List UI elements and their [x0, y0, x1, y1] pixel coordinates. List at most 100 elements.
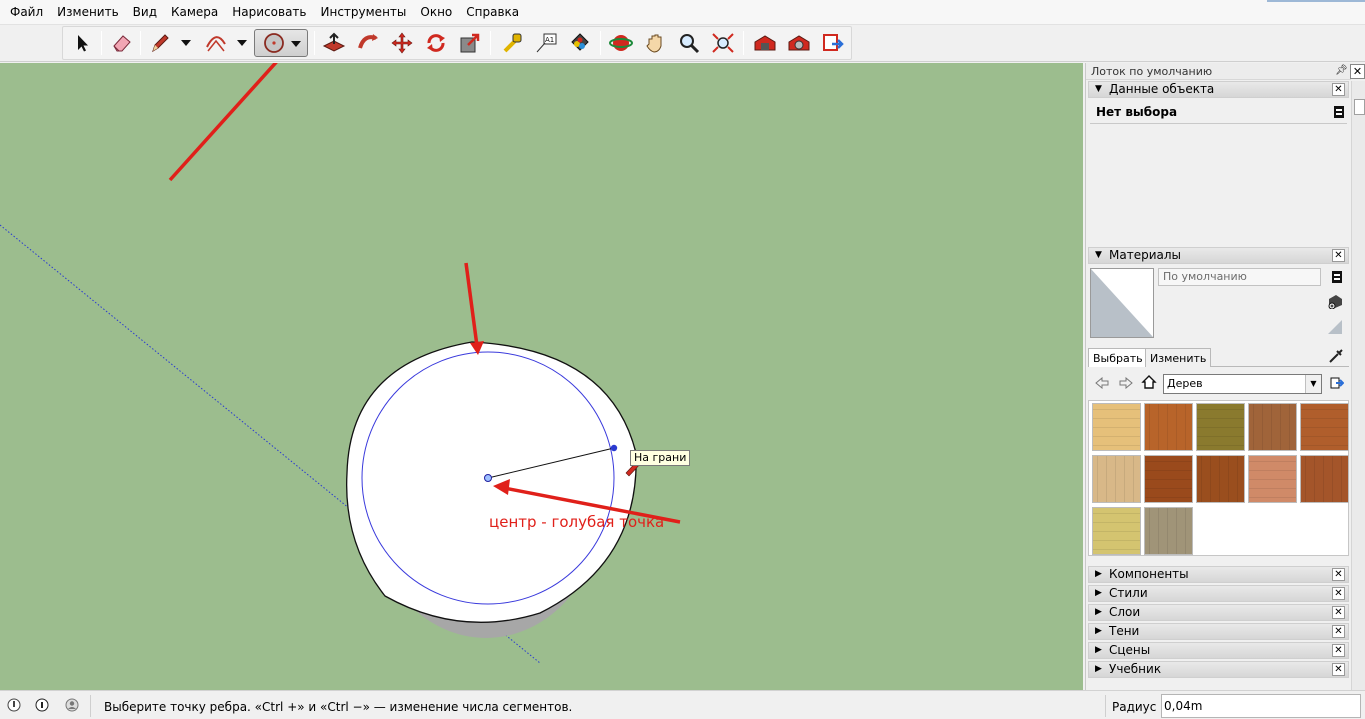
material-swatch[interactable] — [1248, 403, 1297, 451]
menu-tools[interactable]: Инструменты — [314, 0, 414, 25]
pin-icon[interactable]: 📌︎ — [1335, 65, 1348, 76]
menu-edit[interactable]: Изменить — [50, 0, 126, 25]
material-swatch[interactable] — [1196, 403, 1245, 451]
tape-measure-icon — [503, 33, 522, 53]
eraser-icon — [113, 35, 131, 52]
details-toggle-icon[interactable] — [1331, 104, 1347, 120]
tray-close-button[interactable]: ✕ — [1350, 64, 1365, 79]
move-tool-button[interactable] — [388, 29, 416, 57]
arc-icon — [206, 36, 226, 52]
extension-warehouse-tool-button[interactable] — [785, 29, 813, 57]
material-preview — [1090, 268, 1154, 338]
orbit-tool-button[interactable] — [607, 29, 635, 57]
home-icon[interactable] — [1141, 374, 1157, 390]
forward-arrow-icon[interactable] — [1118, 375, 1134, 391]
panel-close-button[interactable]: ✕ — [1332, 83, 1345, 96]
extension-warehouse-icon — [788, 35, 810, 51]
menu-camera[interactable]: Камера — [164, 0, 225, 25]
tab-edit[interactable]: Изменить — [1145, 348, 1212, 367]
drawing-viewport[interactable]: На грани центр - голубая точка — [0, 63, 1083, 690]
material-swatch-grid — [1088, 400, 1349, 556]
arc-dropdown-arrow[interactable] — [236, 29, 248, 57]
menu-file[interactable]: Файл — [3, 0, 50, 25]
scale-tool-button[interactable] — [456, 29, 484, 57]
panel-close-button[interactable]: ✕ — [1332, 644, 1345, 657]
rotate-tool-button[interactable] — [422, 29, 450, 57]
warehouse-tool-button[interactable] — [751, 29, 779, 57]
sample-paint-icon[interactable] — [1326, 318, 1342, 334]
send-to-layout-tool-button[interactable] — [819, 29, 847, 57]
collapsed-panel-header[interactable]: ▶ Тени ✕ — [1088, 623, 1349, 640]
follow-me-tool-button[interactable] — [354, 29, 382, 57]
details-arrow-icon[interactable] — [1329, 375, 1345, 391]
follow-me-icon — [358, 34, 378, 49]
menu-view[interactable]: Вид — [126, 0, 164, 25]
toolbar-separator — [101, 31, 102, 55]
circle-tool-button[interactable] — [254, 29, 308, 57]
expanded-triangle-icon: ▼ — [1095, 84, 1102, 94]
select-tool-button[interactable] — [68, 29, 96, 57]
material-swatch[interactable] — [1092, 403, 1141, 451]
zoom-tool-button[interactable] — [675, 29, 703, 57]
material-name-field[interactable]: По умолчанию — [1158, 268, 1321, 286]
material-swatch[interactable] — [1300, 455, 1349, 503]
material-swatch[interactable] — [1300, 403, 1349, 451]
arc-tool-button[interactable] — [202, 29, 230, 57]
menu-help[interactable]: Справка — [459, 0, 526, 25]
panel-close-button[interactable]: ✕ — [1332, 249, 1345, 262]
zoom-extents-tool-button[interactable] — [709, 29, 737, 57]
geo-location-icon[interactable] — [6, 697, 22, 713]
magnifier-icon — [680, 34, 700, 54]
material-swatch[interactable] — [1144, 455, 1193, 503]
pan-hand-icon — [646, 34, 662, 53]
tape-measure-tool-button[interactable] — [498, 29, 526, 57]
material-swatch[interactable] — [1248, 455, 1297, 503]
entity-info-header[interactable]: ▼ Данные объекта ✕ — [1088, 81, 1349, 98]
materials-header[interactable]: ▼ Материалы ✕ — [1088, 247, 1349, 264]
credits-icon[interactable] — [34, 697, 50, 713]
panel-close-button[interactable]: ✕ — [1332, 663, 1345, 676]
paint-bucket-tool-button[interactable] — [566, 29, 594, 57]
pencil-tool-button[interactable] — [146, 29, 174, 57]
collapsed-panel-title: Тени — [1109, 624, 1140, 638]
collapsed-panel-header[interactable]: ▶ Сцены ✕ — [1088, 642, 1349, 659]
pencil-dropdown-arrow[interactable] — [180, 29, 192, 57]
material-swatch[interactable] — [1144, 403, 1193, 451]
status-message: Выберите точку ребра. «Ctrl +» и «Ctrl −… — [104, 700, 573, 714]
collapsed-panel-header[interactable]: ▶ Стили ✕ — [1088, 585, 1349, 602]
tray-scrollbar[interactable] — [1351, 81, 1365, 690]
scrollbar-thumb[interactable] — [1354, 99, 1365, 115]
entity-info-title: Данные объекта — [1109, 82, 1215, 96]
collapsed-panel-header[interactable]: ▶ Слои ✕ — [1088, 604, 1349, 621]
eyedropper-icon[interactable] — [1328, 348, 1344, 364]
measurements-input[interactable]: 0,04m — [1161, 694, 1361, 718]
material-swatch[interactable] — [1092, 507, 1141, 555]
panel-close-button[interactable]: ✕ — [1332, 587, 1345, 600]
menu-window[interactable]: Окно — [413, 0, 459, 25]
material-swatch[interactable] — [1144, 507, 1193, 555]
collapsed-panel-header[interactable]: ▶ Компоненты ✕ — [1088, 566, 1349, 583]
pan-tool-button[interactable] — [641, 29, 669, 57]
collapsed-panel-title: Стили — [1109, 586, 1148, 600]
panel-close-button[interactable]: ✕ — [1332, 625, 1345, 638]
user-account-icon[interactable] — [64, 697, 80, 713]
collapsed-panel-header[interactable]: ▶ Учебник ✕ — [1088, 661, 1349, 678]
material-swatch[interactable] — [1092, 455, 1141, 503]
menu-draw[interactable]: Нарисовать — [225, 0, 313, 25]
library-dropdown[interactable]: Дерев ▼ — [1163, 374, 1322, 394]
text-tool-button[interactable]: A1 — [532, 29, 560, 57]
rotate-icon — [427, 34, 445, 52]
chevron-down-icon[interactable]: ▼ — [1305, 375, 1321, 393]
collapsed-panel-title: Сцены — [1109, 643, 1151, 657]
details-icon[interactable] — [1329, 269, 1345, 285]
eraser-tool-button[interactable] — [108, 29, 136, 57]
model-canvas[interactable] — [0, 63, 1083, 690]
tab-select[interactable]: Выбрать — [1088, 348, 1148, 367]
panel-close-button[interactable]: ✕ — [1332, 568, 1345, 581]
back-arrow-icon[interactable] — [1094, 375, 1110, 391]
material-swatch[interactable] — [1196, 455, 1245, 503]
create-material-icon[interactable] — [1327, 293, 1343, 309]
panel-close-button[interactable]: ✕ — [1332, 606, 1345, 619]
push-pull-tool-button[interactable] — [320, 29, 348, 57]
tray-title: Лоток по умолчанию — [1086, 63, 1351, 80]
